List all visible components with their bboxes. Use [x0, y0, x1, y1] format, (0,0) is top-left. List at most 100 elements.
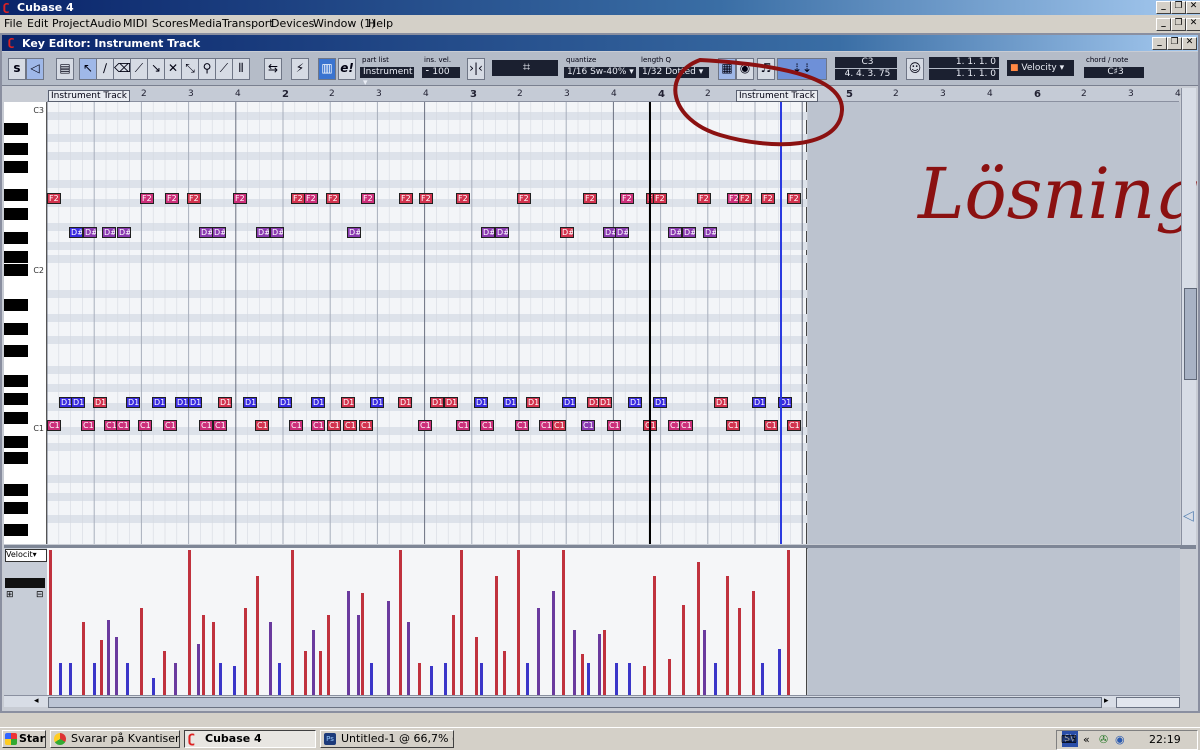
velocity-bar[interactable] [82, 622, 85, 695]
edit-active-part-icon[interactable]: e! [338, 58, 356, 80]
velocity-bar[interactable] [174, 663, 177, 695]
split-tool-icon[interactable]: ✕ [164, 58, 182, 80]
velocity-bar[interactable] [387, 601, 390, 695]
midi-note[interactable]: D# [495, 227, 509, 238]
mute-tool-icon[interactable]: ⟋ [215, 58, 233, 80]
velocity-bar[interactable] [526, 663, 529, 695]
midi-note[interactable]: D1 [341, 397, 355, 408]
menu-edit[interactable]: Edit [27, 17, 48, 30]
velocity-bar[interactable] [361, 593, 364, 695]
move-insert-icon[interactable]: ⇣⇣ [777, 58, 827, 80]
velocity-bar[interactable] [163, 651, 166, 695]
scroll-right-icon[interactable]: ▸ [1104, 697, 1109, 706]
velocity-bar[interactable] [197, 644, 200, 695]
black-key[interactable] [4, 484, 28, 496]
midi-note[interactable]: C1 [311, 420, 325, 431]
glue-tool-icon[interactable]: ⤡ [181, 58, 199, 80]
midi-note[interactable]: D1 [218, 397, 232, 408]
midi-note[interactable]: C1 [343, 420, 357, 431]
midi-note[interactable]: C1 [255, 420, 269, 431]
midi-note[interactable]: D# [481, 227, 495, 238]
midi-note[interactable]: D1 [175, 397, 189, 408]
insert-velocity-field[interactable]: ⁃ 100 [422, 67, 460, 78]
solo-button[interactable]: s [8, 58, 26, 80]
velocity-bar[interactable] [761, 663, 764, 695]
black-key[interactable] [4, 502, 28, 514]
velocity-bar[interactable] [202, 615, 205, 695]
velocity-bar[interactable] [140, 608, 143, 695]
midi-note[interactable]: C1 [581, 420, 595, 431]
midi-note[interactable]: C1 [289, 420, 303, 431]
midi-note[interactable]: F2 [399, 193, 413, 204]
midi-note[interactable]: D1 [598, 397, 612, 408]
autoscroll-icon[interactable]: ⇆ [264, 58, 282, 80]
black-key[interactable] [4, 436, 28, 448]
black-key[interactable] [4, 345, 28, 357]
timeline-ruler[interactable]: 234223432344234523462347Instrument Track… [47, 88, 1181, 102]
menu-scores[interactable]: Scores [152, 17, 189, 30]
midi-note[interactable]: C1 [456, 420, 470, 431]
menu-file[interactable]: File [4, 17, 22, 30]
start-button[interactable]: Start [2, 730, 46, 748]
zoom-tool-icon[interactable]: ⚲ [198, 58, 216, 80]
velocity-bar[interactable] [495, 576, 498, 695]
velocity-bar[interactable] [312, 630, 315, 695]
colors-icon[interactable]: ☺ [906, 58, 924, 80]
midi-note[interactable]: F2 [304, 193, 318, 204]
midi-note[interactable]: C1 [418, 420, 432, 431]
line-tool-icon[interactable]: ⟋ [130, 58, 148, 80]
midi-note[interactable]: D1 [93, 397, 107, 408]
velocity-bar[interactable] [107, 620, 110, 695]
velocity-bar[interactable] [370, 663, 373, 695]
midi-note[interactable]: D1 [311, 397, 325, 408]
midi-note[interactable]: C1 [539, 420, 553, 431]
midi-note[interactable]: D# [668, 227, 682, 238]
record-mode-icon[interactable]: ◉ [736, 58, 754, 80]
midi-note[interactable]: D# [69, 227, 83, 238]
midi-note[interactable]: F2 [140, 193, 154, 204]
midi-note[interactable]: F2 [419, 193, 433, 204]
midi-note[interactable]: D1 [653, 397, 667, 408]
midi-note[interactable]: C1 [138, 420, 152, 431]
piano-keyboard[interactable]: C3 C2 C1 [4, 102, 47, 544]
velocity-bar[interactable] [347, 591, 350, 695]
velocity-bar[interactable] [304, 651, 307, 695]
left-locator-display[interactable]: 1. 1. 1. 0 [929, 57, 999, 68]
midi-note[interactable]: C1 [163, 420, 177, 431]
velocity-bar[interactable] [69, 663, 72, 695]
restore-button[interactable]: ❐ [1171, 1, 1186, 14]
midi-note[interactable]: D# [256, 227, 270, 238]
midi-note[interactable]: D1 [152, 397, 166, 408]
midi-note[interactable]: C1 [787, 420, 801, 431]
menu-help[interactable]: Help [368, 17, 393, 30]
horizontal-zoom-slider[interactable] [1116, 697, 1180, 708]
playhead-cursor[interactable] [649, 102, 651, 544]
velocity-bar[interactable] [475, 637, 478, 695]
velocity-bar[interactable] [291, 550, 294, 695]
midi-note[interactable]: F2 [517, 193, 531, 204]
locator-line[interactable] [780, 102, 782, 544]
midi-note[interactable]: D1 [188, 397, 202, 408]
velocity-bar[interactable] [787, 550, 790, 695]
black-key[interactable] [4, 161, 28, 173]
black-key[interactable] [4, 189, 28, 201]
black-key[interactable] [4, 143, 28, 155]
midi-note[interactable]: F2 [738, 193, 752, 204]
velocity-bar[interactable] [327, 615, 330, 695]
velocity-bar[interactable] [100, 640, 103, 695]
vertical-scroll-thumb[interactable] [1184, 288, 1197, 380]
velocity-bar[interactable] [399, 550, 402, 695]
velocity-bar[interactable] [537, 608, 540, 695]
velocity-bar[interactable] [480, 663, 483, 695]
midi-note[interactable]: D1 [398, 397, 412, 408]
velocity-bar[interactable] [581, 654, 584, 695]
mdi-close-button[interactable]: ✕ [1186, 18, 1200, 31]
black-key[interactable] [4, 375, 28, 387]
erase-tool-icon[interactable]: ⌫ [113, 58, 131, 80]
black-key[interactable] [4, 251, 28, 263]
draw-tool-icon[interactable]: ∕ [96, 58, 114, 80]
midi-note[interactable]: F2 [233, 193, 247, 204]
vertical-scrollbar[interactable]: ◁ [1181, 88, 1197, 546]
listen-icon[interactable]: ◁ [26, 58, 44, 80]
menu-window[interactable]: Window (1) [313, 17, 375, 30]
